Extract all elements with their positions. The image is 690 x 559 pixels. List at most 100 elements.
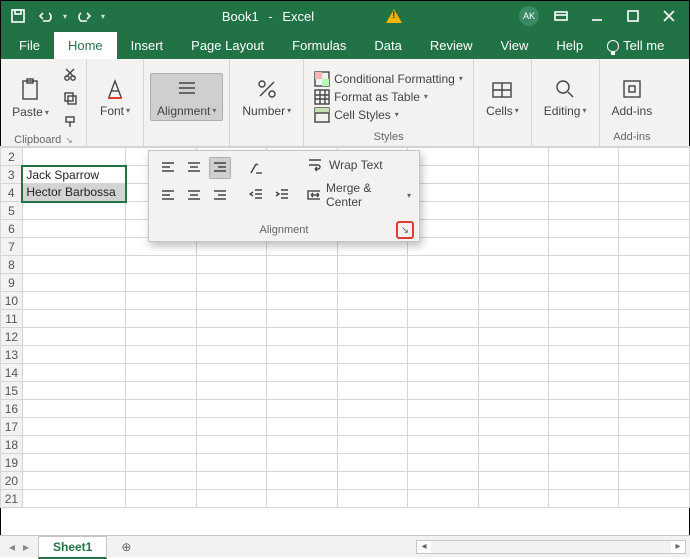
cell[interactable] <box>22 238 125 256</box>
addins-button[interactable]: Add-ins <box>606 74 659 120</box>
cell[interactable] <box>337 256 407 274</box>
cell[interactable] <box>408 364 478 382</box>
cell[interactable] <box>126 256 197 274</box>
cell[interactable] <box>478 292 548 310</box>
cell[interactable] <box>619 382 690 400</box>
cell[interactable] <box>548 328 618 346</box>
cell[interactable] <box>408 490 478 508</box>
alignment-button[interactable]: Alignment▾ <box>150 73 223 121</box>
new-sheet-button[interactable]: ⊕ <box>115 536 137 558</box>
cell[interactable] <box>548 418 618 436</box>
cell[interactable] <box>478 166 548 184</box>
row-header[interactable]: 21 <box>1 490 23 508</box>
cell[interactable] <box>267 328 337 346</box>
cut-button[interactable] <box>59 63 81 85</box>
cell[interactable]: Hector Barbossa <box>22 184 125 202</box>
cell[interactable] <box>548 148 618 166</box>
maximize-button[interactable] <box>619 5 647 27</box>
cell[interactable] <box>337 292 407 310</box>
cell[interactable] <box>548 310 618 328</box>
cell[interactable] <box>22 472 125 490</box>
cell[interactable] <box>478 436 548 454</box>
cell[interactable] <box>548 238 618 256</box>
qat-customize-icon[interactable]: ▾ <box>101 12 105 21</box>
cell[interactable] <box>267 400 337 418</box>
cell[interactable] <box>196 364 266 382</box>
cell[interactable] <box>619 490 690 508</box>
orientation-button[interactable] <box>245 157 267 179</box>
cell[interactable] <box>478 400 548 418</box>
cell[interactable] <box>337 364 407 382</box>
cell[interactable] <box>408 256 478 274</box>
cell[interactable] <box>126 292 197 310</box>
redo-icon[interactable] <box>73 5 95 27</box>
format-painter-button[interactable] <box>59 111 81 133</box>
row-header[interactable]: 8 <box>1 256 23 274</box>
cell[interactable] <box>337 310 407 328</box>
cell[interactable] <box>478 220 548 238</box>
cell[interactable] <box>267 364 337 382</box>
cell[interactable] <box>619 238 690 256</box>
cell[interactable] <box>196 346 266 364</box>
cell[interactable] <box>619 364 690 382</box>
decrease-indent-button[interactable] <box>245 183 267 205</box>
row-header[interactable]: 16 <box>1 400 23 418</box>
cell[interactable] <box>126 364 197 382</box>
tell-me-search[interactable]: Tell me <box>597 32 674 59</box>
row-header[interactable]: 19 <box>1 454 23 472</box>
cell[interactable] <box>22 274 125 292</box>
align-bottom-right-button[interactable] <box>209 183 231 205</box>
cell[interactable] <box>619 292 690 310</box>
row-header[interactable]: 12 <box>1 328 23 346</box>
tab-insert[interactable]: Insert <box>117 32 178 59</box>
align-bottom-left-button[interactable] <box>157 183 179 205</box>
tab-formulas[interactable]: Formulas <box>278 32 360 59</box>
cell[interactable] <box>408 310 478 328</box>
cell[interactable] <box>337 436 407 454</box>
tab-view[interactable]: View <box>486 32 542 59</box>
cell[interactable] <box>478 256 548 274</box>
cell[interactable] <box>126 454 197 472</box>
cell[interactable] <box>408 454 478 472</box>
ribbon-display-options-icon[interactable] <box>547 5 575 27</box>
cell[interactable] <box>619 256 690 274</box>
cell[interactable] <box>408 418 478 436</box>
horizontal-scrollbar[interactable]: ◂ ▸ <box>416 540 686 554</box>
cell[interactable] <box>478 364 548 382</box>
cell[interactable] <box>619 436 690 454</box>
cell[interactable] <box>337 346 407 364</box>
cell[interactable] <box>337 490 407 508</box>
cell[interactable] <box>196 472 266 490</box>
warning-icon[interactable] <box>386 9 402 23</box>
cell[interactable] <box>267 346 337 364</box>
cell[interactable] <box>548 490 618 508</box>
cell[interactable] <box>619 220 690 238</box>
cell[interactable] <box>408 274 478 292</box>
cell[interactable] <box>478 310 548 328</box>
tab-review[interactable]: Review <box>416 32 487 59</box>
sheet-tab-sheet1[interactable]: Sheet1 <box>38 536 107 559</box>
cell[interactable] <box>22 148 125 166</box>
cell[interactable] <box>548 436 618 454</box>
cell[interactable] <box>196 490 266 508</box>
cell[interactable] <box>548 472 618 490</box>
cell[interactable] <box>408 436 478 454</box>
tab-nav-last-icon[interactable]: ▸ <box>20 540 32 554</box>
row-header[interactable]: 9 <box>1 274 23 292</box>
cell[interactable] <box>337 382 407 400</box>
cell[interactable] <box>478 148 548 166</box>
cell[interactable] <box>478 472 548 490</box>
cell[interactable] <box>337 400 407 418</box>
cell[interactable] <box>337 328 407 346</box>
scroll-left-icon[interactable]: ◂ <box>417 541 431 552</box>
cell[interactable] <box>196 256 266 274</box>
cell[interactable] <box>478 454 548 472</box>
cell[interactable] <box>267 292 337 310</box>
cell[interactable] <box>337 418 407 436</box>
tab-file[interactable]: File <box>5 32 54 59</box>
cell[interactable] <box>126 310 197 328</box>
cell[interactable] <box>478 184 548 202</box>
row-header[interactable]: 20 <box>1 472 23 490</box>
cell[interactable] <box>126 400 197 418</box>
cell[interactable] <box>408 292 478 310</box>
